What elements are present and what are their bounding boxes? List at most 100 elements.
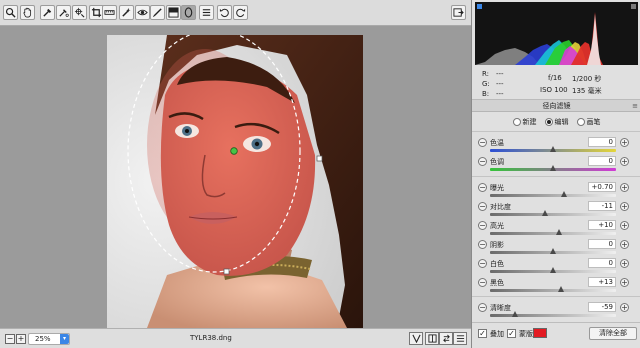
minus-icon[interactable]: −: [478, 221, 487, 230]
slider-thumb[interactable]: [550, 267, 556, 273]
zoom-select[interactable]: 25% ▾: [28, 333, 70, 345]
slider-value[interactable]: 0: [588, 156, 616, 166]
radio-icon: [512, 118, 521, 126]
slider-track[interactable]: [490, 314, 616, 317]
red-eye-icon[interactable]: [135, 5, 150, 20]
slider-label: 清晰度: [490, 304, 511, 312]
slider-row: − 白色 0 +: [472, 257, 640, 277]
slider-row: − 高光 +10 +: [472, 219, 640, 239]
preferences-icon[interactable]: [199, 5, 214, 20]
zoom-out-button[interactable]: −: [5, 334, 15, 344]
iso-value: ISO 100: [540, 86, 568, 94]
radio-icon: [576, 118, 585, 126]
r-value: ---: [496, 70, 504, 78]
export-icon[interactable]: [451, 5, 466, 20]
mode-selector: 新建 编辑 画笔: [472, 115, 640, 129]
slider-track[interactable]: [490, 289, 616, 292]
plus-icon[interactable]: +: [620, 202, 629, 211]
slider-value[interactable]: 0: [588, 258, 616, 268]
highlight-clip-warning-icon[interactable]: [631, 4, 636, 9]
mode-brush[interactable]: 画笔: [576, 117, 601, 127]
slider-value[interactable]: +13: [588, 277, 616, 287]
plus-icon[interactable]: +: [620, 278, 629, 287]
adjustment-brush-icon[interactable]: [150, 5, 165, 20]
filter-pin[interactable]: [230, 147, 238, 155]
white-balance-icon[interactable]: [40, 5, 55, 20]
plus-icon[interactable]: +: [620, 138, 629, 147]
slider-value[interactable]: +0.70: [588, 182, 616, 192]
slider-track[interactable]: [490, 232, 616, 235]
zoom-in-button[interactable]: +: [16, 334, 26, 344]
plus-icon[interactable]: +: [620, 183, 629, 192]
straighten-icon[interactable]: [102, 5, 117, 20]
slider-label: 色温: [490, 139, 504, 147]
plus-icon[interactable]: +: [620, 259, 629, 268]
minus-icon[interactable]: −: [478, 138, 487, 147]
mask-color-swatch[interactable]: [533, 328, 547, 338]
minus-icon[interactable]: −: [478, 259, 487, 268]
clear-all-button[interactable]: 清除全部: [589, 327, 637, 340]
slider-thumb[interactable]: [550, 248, 556, 254]
plus-icon[interactable]: +: [620, 240, 629, 249]
slider-thumb[interactable]: [561, 191, 568, 197]
overlay-label: 叠加: [490, 330, 504, 338]
view-toggle-icon[interactable]: [409, 332, 423, 345]
graduated-filter-icon[interactable]: [166, 5, 181, 20]
plus-icon[interactable]: +: [620, 303, 629, 312]
adjustment-panel: R: --- G: --- B: --- f/16 1/200 秒 ISO 10…: [471, 0, 640, 348]
mode-edit[interactable]: 编辑: [544, 117, 569, 127]
plus-icon[interactable]: +: [620, 157, 629, 166]
color-sampler-icon[interactable]: [56, 5, 71, 20]
slider-value[interactable]: 0: [588, 137, 616, 147]
slider-thumb[interactable]: [542, 210, 549, 216]
portrait-image: [107, 35, 363, 328]
slider-row: − 色温 0 +: [472, 136, 640, 156]
spot-removal-icon[interactable]: [119, 5, 134, 20]
slider-track[interactable]: [490, 194, 616, 197]
zoom-icon[interactable]: [3, 5, 18, 20]
chevron-down-icon: ▾: [60, 334, 69, 344]
shadow-clip-warning-icon[interactable]: [477, 4, 482, 9]
slider-row: − 黑色 +13 +: [472, 276, 640, 296]
mode-new[interactable]: 新建: [512, 117, 537, 127]
slider-thumb[interactable]: [550, 146, 556, 152]
slider-thumb[interactable]: [556, 229, 563, 235]
ellipse-handle-right[interactable]: [316, 155, 323, 162]
divider: [472, 176, 640, 177]
panel-menu-icon[interactable]: ≡: [632, 100, 638, 112]
image-canvas[interactable]: [0, 26, 471, 328]
plus-icon[interactable]: +: [620, 221, 629, 230]
mask-checkbox[interactable]: ✓: [507, 329, 516, 338]
slider-value[interactable]: 0: [588, 239, 616, 249]
settings-menu-icon[interactable]: [453, 332, 467, 345]
slider-thumb[interactable]: [512, 311, 519, 317]
before-after-icon[interactable]: [425, 332, 439, 345]
slider-track[interactable]: [490, 213, 616, 216]
rotate-ccw-icon[interactable]: [217, 5, 232, 20]
targeted-adjust-icon[interactable]: [72, 5, 87, 20]
photo-preview[interactable]: [107, 35, 363, 328]
mask-options: ✓ 叠加 ✓ 蒙版 清除全部: [472, 322, 640, 348]
slider-row: − 色调 0 +: [472, 155, 640, 175]
swap-settings-icon[interactable]: [439, 332, 453, 345]
slider-row: − 对比度 -11 +: [472, 200, 640, 220]
slider-value[interactable]: +10: [588, 220, 616, 230]
slider-thumb[interactable]: [558, 286, 565, 292]
overlay-checkbox[interactable]: ✓: [478, 329, 487, 338]
slider-value[interactable]: -59: [588, 302, 616, 312]
minus-icon[interactable]: −: [478, 278, 487, 287]
slider-value[interactable]: -11: [588, 201, 616, 211]
minus-icon[interactable]: −: [478, 240, 487, 249]
minus-icon[interactable]: −: [478, 183, 487, 192]
minus-icon[interactable]: −: [478, 202, 487, 211]
panel-title: 径向滤镜: [542, 102, 571, 110]
rotate-cw-icon[interactable]: [233, 5, 248, 20]
slider-thumb[interactable]: [550, 165, 556, 171]
toolbar: [0, 0, 471, 26]
radial-filter-icon[interactable]: [181, 5, 196, 20]
hand-icon[interactable]: [20, 5, 35, 20]
ellipse-handle-bottom[interactable]: [223, 268, 230, 275]
minus-icon[interactable]: −: [478, 157, 487, 166]
slider-label: 色调: [490, 158, 504, 166]
minus-icon[interactable]: −: [478, 303, 487, 312]
